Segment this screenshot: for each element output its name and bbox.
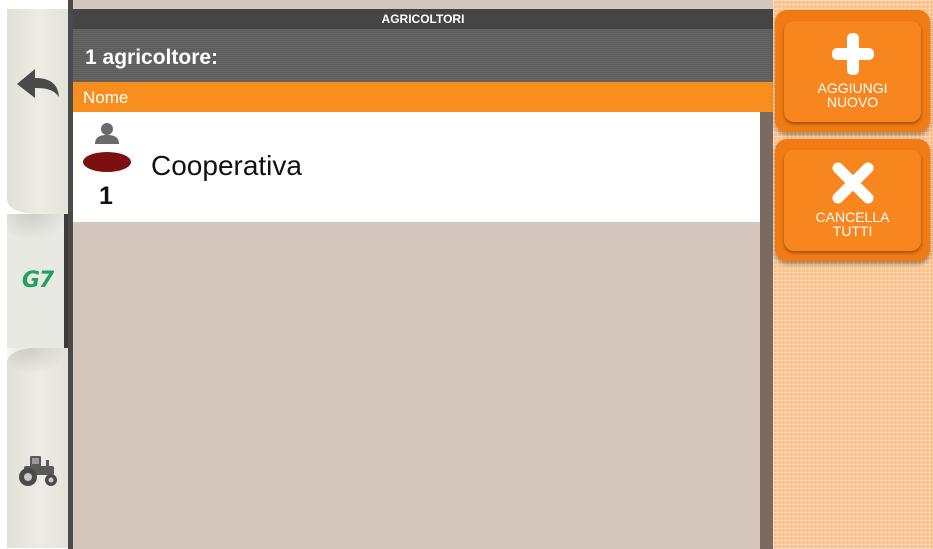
back-button[interactable]	[7, 55, 68, 115]
farmer-number: 1	[99, 182, 113, 210]
farmer-list: 1 Cooperativa	[73, 112, 760, 549]
delete-all-button-frame: CANCELLA TUTTI	[775, 139, 930, 261]
tractor-button[interactable]	[7, 440, 68, 500]
list-item[interactable]: 1 Cooperativa	[73, 112, 760, 222]
delete-all-button[interactable]: CANCELLA TUTTI	[784, 150, 921, 251]
farmer-count-label: 1 agricoltore:	[73, 29, 773, 82]
add-new-label: AGGIUNGI NUOVO	[817, 80, 888, 110]
g7-home-button[interactable]: G7	[7, 255, 68, 305]
g7-logo: G7	[21, 267, 54, 293]
sidebar-divider-shadow	[7, 348, 68, 374]
farmer-name: Cooperativa	[151, 150, 302, 181]
main-panel: AGRICOLTORI 1 agricoltore: Nome 1 Cooper…	[68, 0, 773, 549]
sidebar: G7	[0, 0, 68, 549]
plus-icon	[832, 33, 874, 75]
action-panel: AGGIUNGI NUOVO CANCELLA TUTTI	[773, 0, 933, 549]
sidebar-divider-shadow	[7, 214, 68, 240]
page-title: AGRICOLTORI	[73, 9, 773, 29]
delete-all-label: CANCELLA TUTTI	[815, 209, 890, 239]
close-icon	[832, 162, 874, 204]
back-arrow-icon	[16, 69, 59, 98]
tractor-icon	[18, 456, 57, 486]
scrollbar[interactable]	[760, 112, 773, 549]
add-new-button[interactable]: AGGIUNGI NUOVO	[784, 21, 921, 122]
farmer-icon	[83, 123, 131, 172]
column-header-name[interactable]: Nome	[73, 82, 773, 112]
add-new-button-frame: AGGIUNGI NUOVO	[775, 10, 930, 132]
